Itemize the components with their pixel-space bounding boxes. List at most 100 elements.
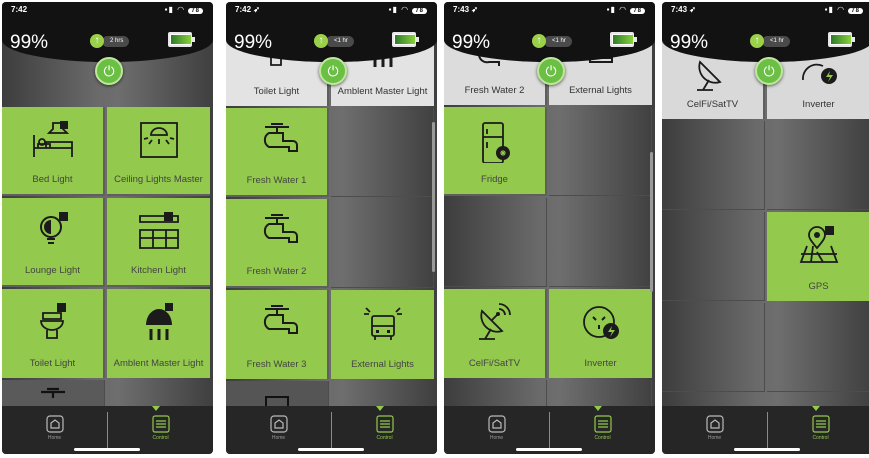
battery-percent: 99%: [670, 32, 709, 53]
nav-home[interactable]: Home: [444, 406, 549, 454]
charge-time-pill: 2 hrs: [102, 36, 130, 47]
signal-wifi-battery-icon: ▪▮ ◠ 78: [607, 5, 645, 14]
tile-inverter[interactable]: Inverter: [549, 289, 652, 378]
tile-label: Inverter: [802, 99, 835, 110]
tile-label: Ceiling Lights Master: [114, 174, 203, 185]
power-button[interactable]: ⏻: [95, 57, 123, 85]
battery-percent: 99%: [234, 32, 273, 53]
battery-level-icon: [828, 32, 855, 47]
nav-control[interactable]: Control: [768, 406, 869, 454]
nav-home[interactable]: Home: [662, 406, 767, 454]
tile-empty: [767, 121, 869, 210]
ambient-lamp-icon: [145, 303, 173, 340]
water-tap-icon: [263, 214, 298, 243]
phone-screen-2: Toilet Light Amblent Master Light Fresh …: [226, 2, 437, 454]
tile-label: Toilet Light: [253, 86, 300, 97]
tile-label: CelFi/SatTV: [468, 358, 521, 369]
water-tap-icon: [263, 123, 298, 152]
nav-control-label: Control: [376, 435, 393, 441]
tile-toilet-light[interactable]: Toilet Light: [2, 289, 105, 378]
gps-map-icon: [799, 226, 838, 263]
tile-empty: [549, 198, 652, 287]
nav-home-label: Home: [271, 435, 286, 441]
home-icon: [487, 415, 506, 433]
charge-time-pill: <1 hr: [326, 36, 354, 47]
tile-label: Fresh Water 1: [246, 175, 307, 186]
bed-light-icon: [32, 121, 73, 157]
tile-empty: [662, 303, 765, 392]
tile-kitchen-light[interactable]: Kitchen Light: [107, 198, 210, 287]
nav-control[interactable]: Control: [332, 406, 437, 454]
tile-label: Toilet Light: [29, 358, 76, 369]
tile-label: Kitchen Light: [131, 265, 186, 276]
battery-level-icon: [392, 32, 419, 47]
battery-percent: 99%: [452, 32, 491, 53]
home-indicator: [734, 448, 800, 451]
status-battery-badge: 78: [188, 8, 203, 14]
scrollbar[interactable]: [432, 122, 435, 272]
status-battery-badge: 78: [630, 8, 645, 14]
water-tap-icon: [263, 305, 298, 334]
tile-lounge-light[interactable]: Lounge Light: [2, 198, 105, 287]
charge-time-pill: <1 hr: [544, 36, 572, 47]
tile-empty: [331, 108, 434, 197]
tile-label: Lounge Light: [25, 265, 80, 276]
fridge-icon: [481, 122, 510, 163]
kitchen-icon: [138, 212, 179, 249]
nav-home[interactable]: Home: [2, 406, 107, 454]
tile-label: Fresh Water 2: [464, 85, 525, 96]
control-sliders-icon: [593, 415, 612, 433]
lounge-lamp-icon: [39, 212, 68, 244]
satellite-dish-icon: [478, 303, 511, 340]
home-indicator: [298, 448, 364, 451]
bottom-nav: Home Control: [226, 406, 437, 454]
tile-fridge[interactable]: Fridge: [444, 107, 547, 196]
status-bar: 7:42 ➶ ▪▮ ◠ 78: [226, 2, 437, 18]
tile-bed-light[interactable]: Bed Light: [2, 107, 105, 196]
tile-fresh-water-2[interactable]: Fresh Water 2: [226, 199, 329, 288]
status-time: 7:43 ➶: [671, 5, 696, 14]
battery-level-icon: [168, 32, 195, 47]
tile-ambient-master-light[interactable]: Amblent Master Light: [107, 289, 210, 378]
tile-fresh-water-1[interactable]: Fresh Water 1: [226, 108, 329, 197]
charging-arrow-icon: ↑: [532, 34, 546, 48]
power-button[interactable]: ⏻: [319, 57, 347, 85]
signal-wifi-battery-icon: ▪▮ ◠ 78: [825, 5, 863, 14]
tile-celfi-sattv[interactable]: CelFi/SatTV: [444, 289, 547, 378]
bottom-nav: Home Control: [2, 406, 213, 454]
nav-control-label: Control: [812, 435, 829, 441]
tile-empty: [444, 198, 547, 287]
battery-level-icon: [610, 32, 637, 47]
home-icon: [269, 415, 288, 433]
charging-arrow-icon: ↑: [314, 34, 328, 48]
nav-control[interactable]: Control: [108, 406, 213, 454]
power-button[interactable]: ⏻: [537, 57, 565, 85]
status-bar: 7:42 ▪▮ ◠ 78: [2, 2, 213, 18]
tile-label: Amblent Master Light: [113, 358, 204, 369]
tile-ceiling-lights-master[interactable]: Ceiling Lights Master: [107, 107, 210, 196]
scrollbar[interactable]: [650, 152, 653, 292]
ceiling-light-icon: [139, 122, 178, 158]
nav-control-label: Control: [594, 435, 611, 441]
nav-home-label: Home: [489, 435, 504, 441]
power-button[interactable]: ⏻: [755, 57, 783, 85]
charging-arrow-icon: ↑: [750, 34, 764, 48]
tile-empty: [662, 121, 765, 210]
tile-empty: [662, 212, 765, 301]
tile-fresh-water-3[interactable]: Fresh Water 3: [226, 290, 329, 379]
status-time: 7:43 ➶: [453, 5, 478, 14]
signal-wifi-battery-icon: ▪▮ ◠ 78: [389, 5, 427, 14]
tile-gps[interactable]: GPS: [767, 212, 869, 301]
home-indicator: [516, 448, 582, 451]
tile-label: Bed Light: [32, 174, 73, 185]
tile-empty: [549, 107, 652, 196]
nav-home-label: Home: [707, 435, 722, 441]
toilet-icon: [39, 303, 66, 339]
nav-control[interactable]: Control: [550, 406, 655, 454]
home-indicator: [74, 448, 140, 451]
nav-home[interactable]: Home: [226, 406, 331, 454]
tile-external-lights[interactable]: External Lights: [331, 290, 434, 379]
status-battery-badge: 78: [848, 8, 863, 14]
tile-label: CelFi/SatTV: [686, 99, 739, 110]
signal-wifi-battery-icon: ▪▮ ◠ 78: [165, 5, 203, 14]
